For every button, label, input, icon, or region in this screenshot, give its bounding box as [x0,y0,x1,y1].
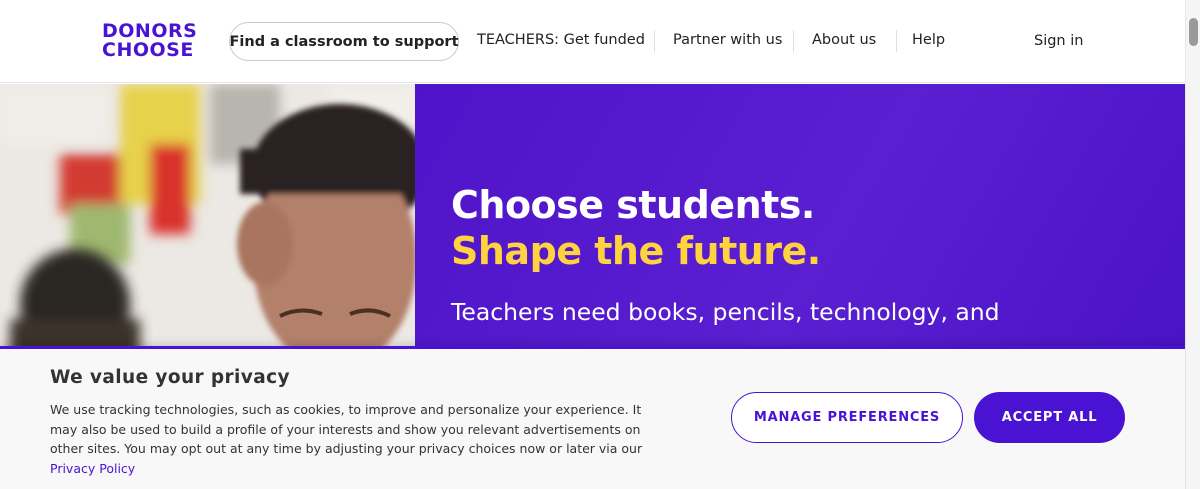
hero-subtext: Teachers need books, pencils, technology… [451,298,1000,326]
donorschoose-logo[interactable]: DONORS CHOOSE [102,22,212,62]
manage-preferences-button[interactable]: MANAGE PREFERENCES [731,392,963,443]
cookie-banner-title: We value your privacy [50,367,290,388]
sign-in-link[interactable]: Sign in [1034,33,1083,49]
cookie-banner-body: We use tracking technologies, such as co… [50,400,660,478]
site-header: DONORS CHOOSE Find a classroom to suppor… [0,0,1185,83]
nav-divider [896,30,897,52]
nav-partner-with-us[interactable]: Partner with us [673,32,782,48]
student-photo-illustration [0,84,415,346]
hero-student-photo [0,84,415,346]
nav-help[interactable]: Help [912,32,945,48]
cookie-banner-body-text: We use tracking technologies, such as co… [50,402,643,456]
nav-about-us[interactable]: About us [812,32,876,48]
hero-headline-main: Choose students. [451,183,815,227]
nav-teachers-get-funded[interactable]: TEACHERS: Get funded [477,32,645,48]
accept-all-button[interactable]: ACCEPT ALL [974,392,1125,443]
logo-line-2: CHOOSE [102,39,194,61]
hero-panel: Choose students. Shape the future. Teach… [415,84,1185,346]
scrollbar-thumb[interactable] [1189,18,1198,46]
find-classroom-button[interactable]: Find a classroom to support [229,22,459,61]
cookie-consent-banner: We value your privacy We use tracking te… [0,346,1185,489]
nav-divider [793,30,794,52]
privacy-policy-link[interactable]: Privacy Policy [50,461,135,476]
nav-divider [654,30,655,52]
page-scrollbar[interactable] [1185,0,1200,489]
hero-headline-accent: Shape the future. [451,229,821,273]
hero-headline: Choose students. Shape the future. [451,182,821,274]
